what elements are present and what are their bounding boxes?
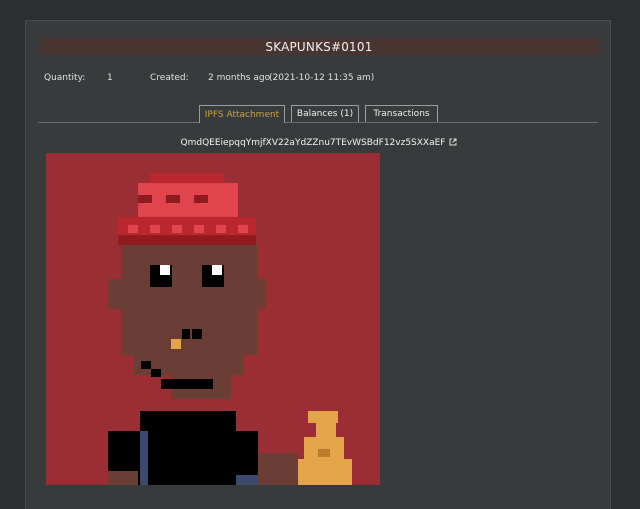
tab-balances[interactable]: Balances (1) <box>291 105 359 122</box>
external-link-icon[interactable] <box>449 138 457 149</box>
ipfs-cid-text[interactable]: QmdQEEiepqqYmjfXV22aYdZZnu7TEvWSBdF12vz5… <box>181 138 446 148</box>
quantity-label: Quantity: <box>44 73 86 83</box>
nft-image <box>46 153 380 485</box>
created-relative: 2 months ago <box>208 73 271 83</box>
token-detail-panel: SKAPUNKS#0101 Quantity: 1 Created: 2 mon… <box>25 20 611 509</box>
created-label: Created: <box>150 73 189 83</box>
token-title-bar: SKAPUNKS#0101 <box>39 38 599 55</box>
ipfs-cid-link[interactable]: QmdQEEiepqqYmjfXV22aYdZZnu7TEvWSBdF12vz5… <box>26 138 612 149</box>
tab-divider <box>38 122 598 123</box>
tab-transactions[interactable]: Transactions <box>365 105 438 122</box>
tab-ipfs-attachment[interactable]: IPFS Attachment <box>199 105 285 123</box>
token-title: SKAPUNKS#0101 <box>265 39 373 54</box>
pixel-punk-art <box>46 153 380 485</box>
quantity-value: 1 <box>107 73 113 83</box>
created-timestamp: (2021-10-12 11:35 am) <box>269 73 375 83</box>
